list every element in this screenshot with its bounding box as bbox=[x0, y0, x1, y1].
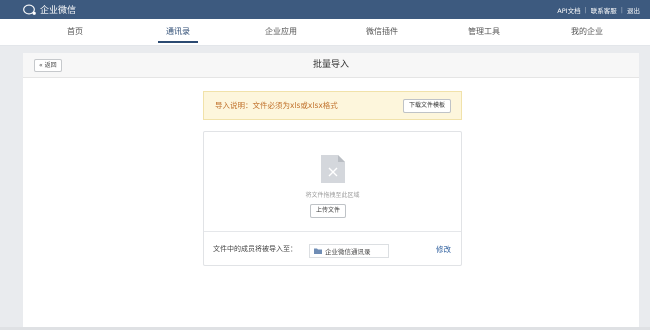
separator: | bbox=[584, 5, 587, 14]
import-target-field[interactable]: 企业微信通讯录 bbox=[309, 244, 389, 258]
drop-area[interactable]: 将文件拖拽至此区域 上传文件 bbox=[204, 132, 461, 232]
brand[interactable]: 企业微信 bbox=[23, 3, 76, 16]
nav-item-apps[interactable]: 企业应用 bbox=[246, 19, 316, 45]
drop-hint: 将文件拖拽至此区域 bbox=[305, 192, 360, 199]
edit-target-link[interactable]: 修改 bbox=[436, 232, 451, 267]
import-target-label: 文件中的成员将被导入至： bbox=[213, 245, 297, 253]
brand-name: 企业微信 bbox=[40, 6, 77, 16]
import-target-row: 文件中的成员将被导入至： 企业微信通讯录 修改 bbox=[204, 232, 461, 267]
nav-item-wechat-plugin[interactable]: 微信插件 bbox=[347, 19, 417, 45]
api-docs-link[interactable]: API文档 bbox=[557, 5, 580, 15]
top-bar: 企业微信 API文档 | 联系客服 | 退出 bbox=[0, 0, 650, 19]
file-placeholder-icon bbox=[321, 155, 345, 183]
main-nav: 首页 通讯录 企业应用 微信插件 管理工具 我的企业 bbox=[0, 19, 650, 46]
nav-item-management-tools[interactable]: 管理工具 bbox=[449, 19, 519, 45]
nav-item-home[interactable]: 首页 bbox=[40, 19, 110, 45]
separator: | bbox=[620, 5, 623, 14]
import-target-value: 企业微信通讯录 bbox=[325, 248, 371, 256]
logout-link[interactable]: 退出 bbox=[627, 5, 640, 15]
download-template-button[interactable]: 下载文件模板 bbox=[402, 99, 451, 113]
folder-icon bbox=[314, 248, 322, 254]
page-title: 批量导入 bbox=[312, 60, 349, 70]
contact-support-link[interactable]: 联系客服 bbox=[591, 5, 617, 15]
panel-header: « 返回 批量导入 bbox=[23, 53, 639, 78]
import-notice: 导入说明：文件必须为xls或xlsx格式 下载文件模板 bbox=[203, 91, 462, 120]
notice-text: 导入说明：文件必须为xls或xlsx格式 bbox=[215, 101, 338, 110]
nav-item-contacts[interactable]: 通讯录 bbox=[143, 19, 213, 45]
wechat-work-logo-icon bbox=[23, 4, 36, 15]
upload-file-button[interactable]: 上传文件 bbox=[310, 204, 347, 218]
top-links: API文档 | 联系客服 | 退出 bbox=[557, 3, 640, 16]
nav-item-my-enterprise[interactable]: 我的企业 bbox=[552, 19, 622, 45]
import-panel: « 返回 批量导入 导入说明：文件必须为xls或xlsx格式 下载文件模板 将文… bbox=[23, 53, 639, 330]
upload-box: 将文件拖拽至此区域 上传文件 文件中的成员将被导入至： 企业微信通讯录 修改 bbox=[203, 131, 462, 266]
